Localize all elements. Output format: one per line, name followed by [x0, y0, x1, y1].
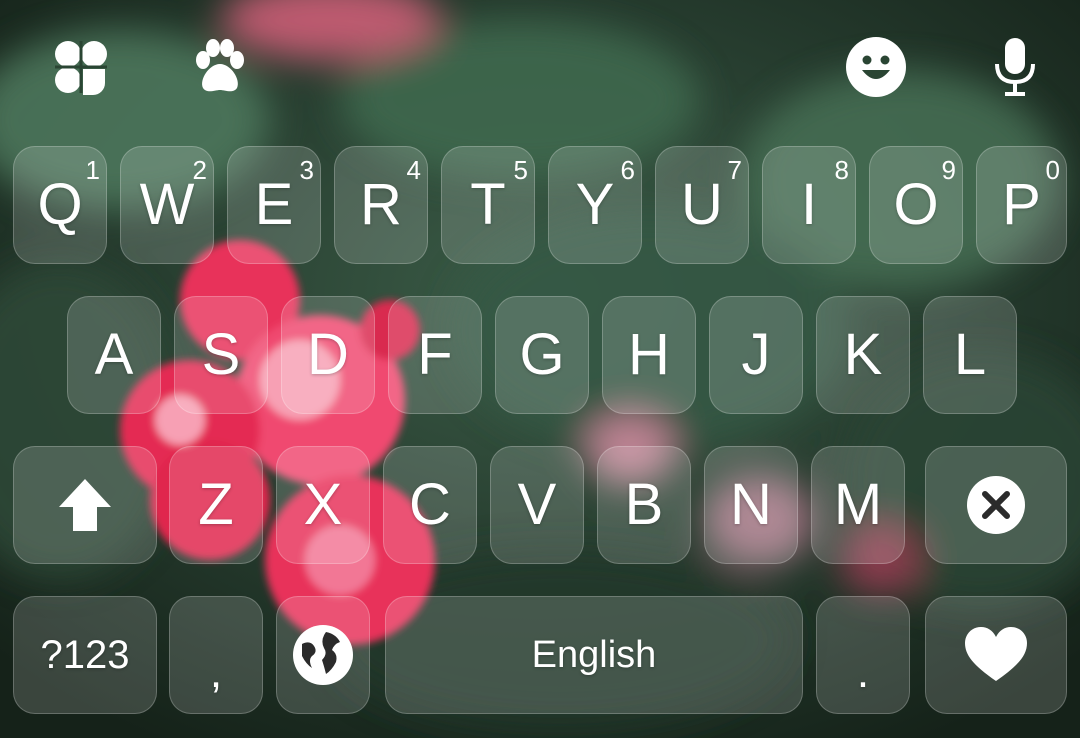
key-label: W: [139, 172, 195, 237]
key-label: A: [94, 322, 134, 387]
key-z[interactable]: Z: [169, 446, 263, 564]
key-u[interactable]: U7: [655, 146, 749, 264]
key-k[interactable]: K: [816, 296, 910, 414]
key-label: E: [254, 172, 294, 237]
key-a[interactable]: A: [67, 296, 161, 414]
key-hint: 1: [85, 155, 100, 185]
key-y[interactable]: Y6: [548, 146, 642, 264]
key-hint: 0: [1045, 155, 1060, 185]
key-label: F: [417, 322, 453, 387]
key-label: ?123: [40, 633, 130, 677]
key-q[interactable]: Q1: [13, 146, 107, 264]
key-t[interactable]: T5: [441, 146, 535, 264]
comma-key[interactable]: ,: [169, 596, 263, 714]
backspace-icon: [967, 476, 1025, 534]
key-hint: 5: [513, 155, 528, 185]
key-label: D: [307, 322, 349, 387]
key-hint: 3: [299, 155, 314, 185]
key-hint: 6: [620, 155, 635, 185]
heart-icon: [965, 627, 1027, 681]
key-label: .: [856, 648, 870, 697]
key-hint: 8: [834, 155, 849, 185]
key-j[interactable]: J: [709, 296, 803, 414]
key-n[interactable]: N: [704, 446, 798, 564]
key-c[interactable]: C: [383, 446, 477, 564]
period-key[interactable]: .: [816, 596, 910, 714]
key-o[interactable]: O9: [869, 146, 963, 264]
key-v[interactable]: V: [490, 446, 584, 564]
key-d[interactable]: D: [281, 296, 375, 414]
key-label: O: [893, 172, 939, 237]
key-label: H: [628, 322, 670, 387]
key-label: X: [303, 472, 343, 537]
heart-key[interactable]: [925, 596, 1067, 714]
emoji-icon[interactable]: [843, 34, 909, 100]
key-label: R: [360, 172, 402, 237]
key-label: Y: [575, 172, 615, 237]
paw-icon[interactable]: [187, 34, 253, 100]
key-s[interactable]: S: [174, 296, 268, 414]
key-label: C: [409, 472, 451, 537]
key-g[interactable]: G: [495, 296, 589, 414]
clover-icon[interactable]: [48, 34, 114, 100]
backspace-key[interactable]: [925, 446, 1067, 564]
globe-icon: [293, 625, 353, 685]
key-label: Q: [37, 172, 83, 237]
key-label: I: [800, 172, 818, 237]
globe-key[interactable]: [276, 596, 370, 714]
key-label: ,: [209, 648, 223, 697]
key-label: G: [519, 322, 565, 387]
key-p[interactable]: P0: [976, 146, 1067, 264]
key-label: M: [833, 472, 883, 537]
key-label: T: [470, 172, 506, 237]
key-w[interactable]: W2: [120, 146, 214, 264]
space-label: English: [531, 634, 657, 676]
shift-icon: [59, 479, 111, 531]
key-e[interactable]: E3: [227, 146, 321, 264]
key-h[interactable]: H: [602, 296, 696, 414]
key-hint: 2: [192, 155, 207, 185]
key-hint: 4: [406, 155, 421, 185]
key-m[interactable]: M: [811, 446, 905, 564]
key-x[interactable]: X: [276, 446, 370, 564]
key-label: V: [517, 472, 557, 537]
key-hint: 9: [941, 155, 956, 185]
key-i[interactable]: I8: [762, 146, 856, 264]
key-r[interactable]: R4: [334, 146, 428, 264]
key-b[interactable]: B: [597, 446, 691, 564]
key-label: P: [1002, 172, 1041, 237]
key-label: U: [681, 172, 723, 237]
symbols-key[interactable]: ?123: [13, 596, 157, 714]
key-hint: 7: [727, 155, 742, 185]
shift-key[interactable]: [13, 446, 157, 564]
key-label: N: [730, 472, 772, 537]
key-label: B: [624, 472, 664, 537]
key-label: K: [843, 322, 883, 387]
key-label: L: [953, 322, 987, 387]
key-f[interactable]: F: [388, 296, 482, 414]
microphone-icon[interactable]: [982, 34, 1048, 100]
key-label: J: [741, 322, 771, 387]
key-label: Z: [198, 472, 234, 537]
space-key[interactable]: English: [385, 596, 803, 714]
key-label: S: [201, 322, 241, 387]
key-l[interactable]: L: [923, 296, 1017, 414]
